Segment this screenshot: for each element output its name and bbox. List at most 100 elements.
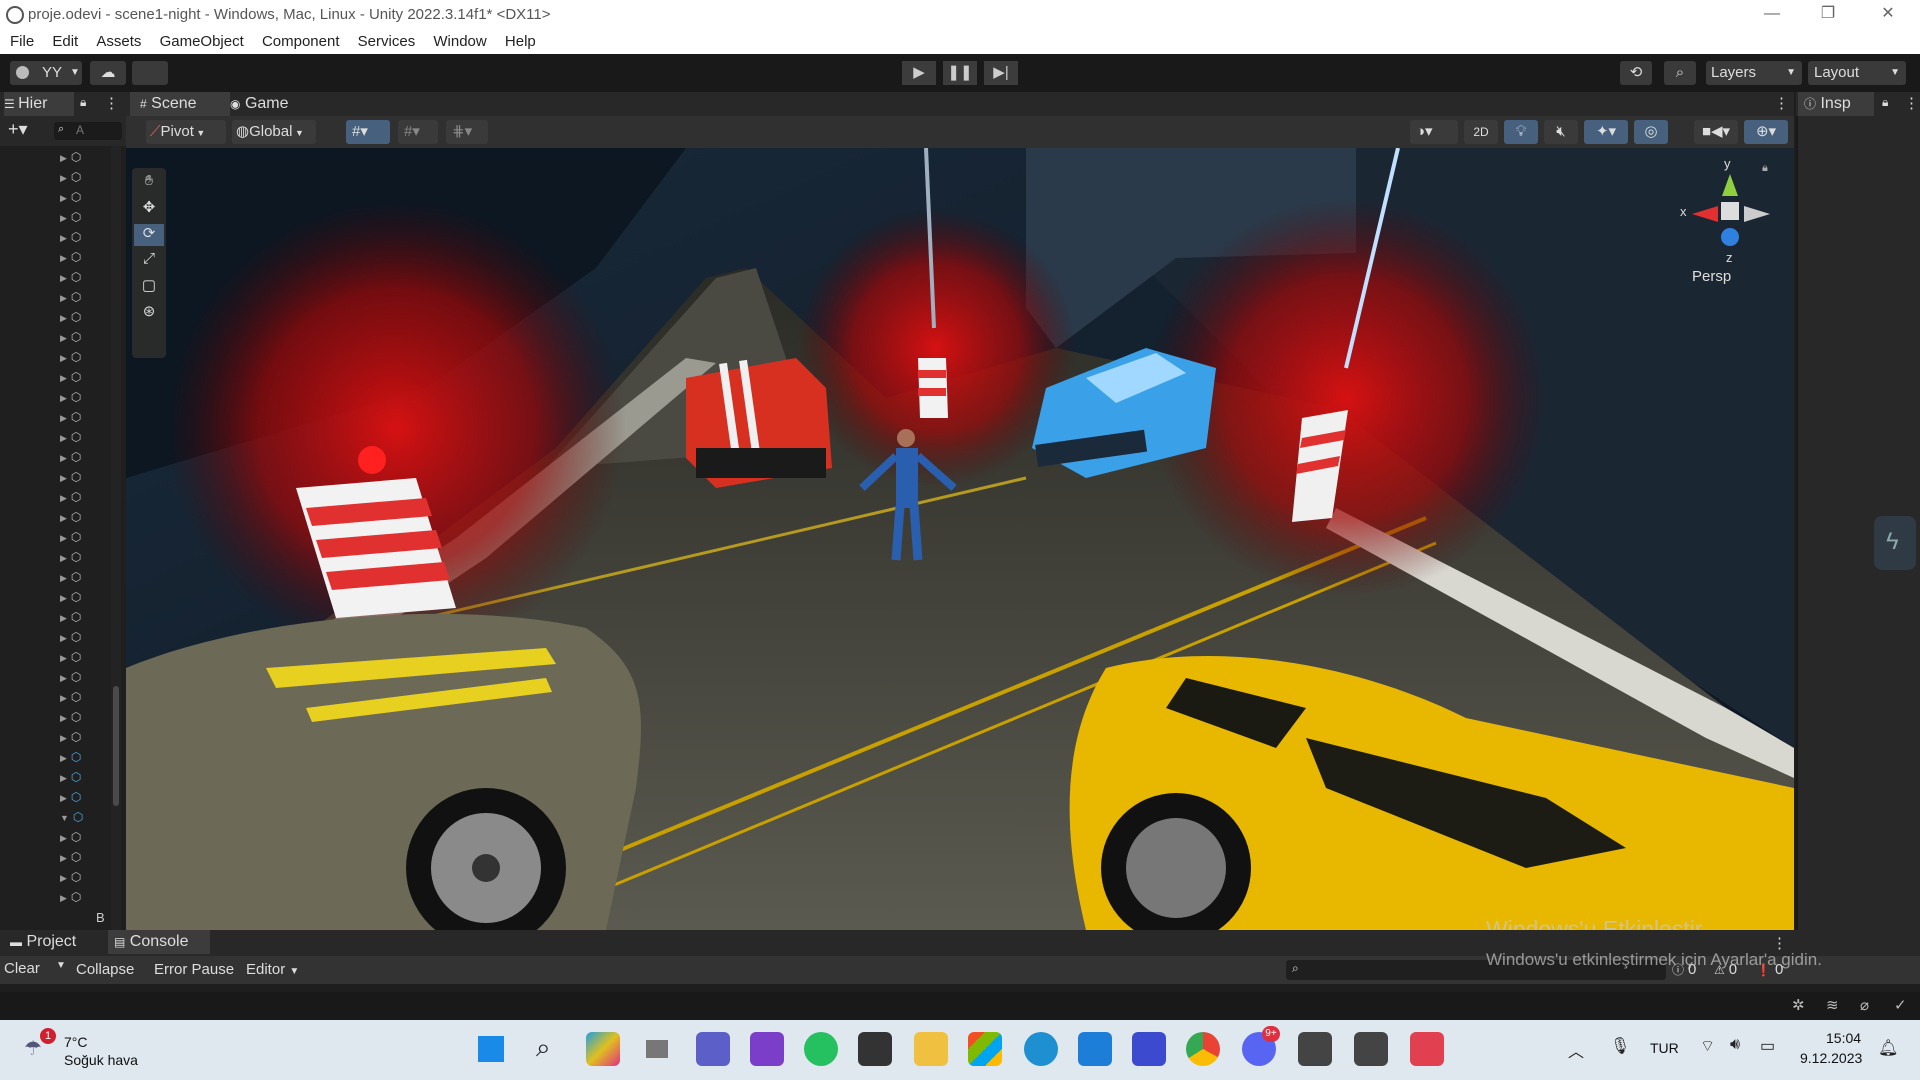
hierarchy-item[interactable]: ▶ ⬡	[60, 690, 81, 708]
layout-dropdown[interactable]: Layout ▼	[1808, 61, 1906, 85]
teams-button[interactable]	[696, 1032, 730, 1066]
app-button[interactable]	[1132, 1032, 1166, 1066]
tab-hierarchy[interactable]: ☰ Hier	[4, 92, 74, 116]
chevron-right-icon[interactable]: ▶	[60, 493, 67, 503]
battery-icon[interactable]: ▭	[1760, 1036, 1775, 1056]
hierarchy-item[interactable]: ▶ ⬡	[60, 610, 81, 628]
copilot-button[interactable]	[586, 1032, 620, 1066]
hand-tool-button[interactable]: ✋︎	[134, 172, 164, 194]
chevron-right-icon[interactable]: ▶	[60, 313, 67, 323]
chevron-right-icon[interactable]: ▶	[60, 693, 67, 703]
hierarchy-item[interactable]: ▶ ⬡	[60, 470, 81, 488]
chevron-right-icon[interactable]: ▶	[60, 233, 67, 243]
collab-button[interactable]	[132, 61, 168, 85]
hierarchy-item[interactable]: ▶ ⬡	[60, 790, 81, 808]
scene-viewport[interactable]: ✋︎ ✥ ⟳ ⤢ ▢ ⊛ y x z 🔒︎ Persp Windows'u Et…	[126, 148, 1794, 930]
scrollbar[interactable]	[111, 146, 121, 930]
rotate-tool-button[interactable]: ⟳	[134, 224, 164, 246]
more-menu-icon[interactable]: ⋮	[1904, 94, 1919, 112]
chevron-right-icon[interactable]: ▶	[60, 413, 67, 423]
hierarchy-item[interactable]: ▶ ⬡	[60, 450, 81, 468]
snipping-tool-button[interactable]	[1410, 1032, 1444, 1066]
chevron-right-icon[interactable]: ▶	[60, 633, 67, 643]
chevron-right-icon[interactable]: ▶	[60, 533, 67, 543]
global-dropdown[interactable]: ◍Global ▼	[232, 120, 316, 144]
hierarchy-item[interactable]: ▶ ⬡	[60, 670, 81, 688]
hierarchy-item[interactable]: ▶ ⬡	[60, 830, 81, 848]
orientation-gizmo[interactable]: y x z 🔒︎	[1666, 156, 1776, 276]
file-explorer-button[interactable]	[914, 1032, 948, 1066]
mode-2d-button[interactable]: 2D	[1464, 120, 1498, 144]
menu-gameobject[interactable]: GameObject	[160, 29, 244, 54]
add-icon[interactable]: +▾	[8, 119, 28, 140]
unity-button-2[interactable]	[1354, 1032, 1388, 1066]
hierarchy-item[interactable]: ▶ ⬡	[60, 770, 81, 788]
tab-scene[interactable]: # Scene	[130, 92, 230, 116]
chevron-right-icon[interactable]: ▶	[60, 213, 67, 223]
chevron-right-icon[interactable]: ▶	[60, 353, 67, 363]
lighting-button[interactable]: 💡︎	[1504, 120, 1538, 144]
chevron-right-icon[interactable]: ▶	[60, 453, 67, 463]
chevron-right-icon[interactable]: ▶	[60, 753, 67, 763]
chevron-right-icon[interactable]: ▶	[60, 613, 67, 623]
hierarchy-item[interactable]: ▶ ⬡	[60, 290, 81, 308]
tab-project[interactable]: ▬ Project	[6, 930, 106, 954]
increment-snap-button[interactable]: ⋕▾	[446, 120, 488, 144]
gizmos-button[interactable]: ⊕▾	[1744, 120, 1788, 144]
search-taskbar-button[interactable]: ⌕	[530, 1032, 564, 1066]
chevron-right-icon[interactable]: ▶	[60, 293, 67, 303]
step-button[interactable]: ▶|	[984, 61, 1018, 85]
hidden-objects-button[interactable]: ◎	[1634, 120, 1668, 144]
hierarchy-item[interactable]: ▶ ⬡	[60, 490, 81, 508]
unity-button[interactable]	[1298, 1032, 1332, 1066]
chevron-right-icon[interactable]: ▶	[60, 473, 67, 483]
weather-widget[interactable]: ☂ 1 7°C Soğuk hava	[24, 1028, 164, 1072]
error-pause-button[interactable]: Error Pause	[154, 961, 234, 978]
hierarchy-item[interactable]: ▶ ⬡	[60, 870, 81, 888]
chevron-right-icon[interactable]: ▶	[60, 893, 67, 903]
perspective-label[interactable]: Persp	[1692, 268, 1731, 285]
grid-visibility-button[interactable]: #▾	[398, 120, 438, 144]
chevron-right-icon[interactable]: ▶	[60, 733, 67, 743]
audio-button[interactable]: 🔇︎	[1544, 120, 1578, 144]
tab-game[interactable]: ◉ Game	[230, 92, 310, 116]
transform-tool-button[interactable]: ⊛	[134, 302, 164, 324]
hierarchy-search-input[interactable]: ⌕ A	[54, 122, 122, 140]
hierarchy-item[interactable]: ▶ ⬡	[60, 370, 81, 388]
grid-snap-button[interactable]: #▾	[346, 120, 390, 144]
chevron-right-icon[interactable]: ▶	[60, 713, 67, 723]
clock-date[interactable]: 9.12.2023	[1800, 1050, 1862, 1066]
vscode-button[interactable]	[1078, 1032, 1112, 1066]
chevron-right-icon[interactable]: ▶	[60, 373, 67, 383]
checkmark-icon[interactable]: ✓	[1894, 996, 1907, 1014]
hierarchy-item[interactable]: ▶ ⬡	[60, 530, 81, 548]
move-tool-button[interactable]: ✥	[134, 198, 164, 220]
scale-tool-button[interactable]: ⤢	[134, 250, 164, 272]
hierarchy-item[interactable]: ▶ ⬡	[60, 270, 81, 288]
chevron-right-icon[interactable]: ▶	[60, 773, 67, 783]
chrome-button[interactable]	[1186, 1032, 1220, 1066]
scene-render[interactable]	[126, 148, 1794, 930]
unity-hub-button[interactable]	[858, 1032, 892, 1066]
wifi-icon[interactable]: ⌔	[1700, 1036, 1715, 1056]
clock-time[interactable]: 15:04	[1826, 1030, 1861, 1046]
hierarchy-item[interactable]: ▶ ⬡	[60, 170, 81, 188]
hierarchy-item[interactable]: ▶ ⬡	[60, 630, 81, 648]
chevron-right-icon[interactable]: ▶	[60, 193, 67, 203]
hierarchy-item-b[interactable]: B	[96, 910, 105, 925]
chevron-right-icon[interactable]: ▶	[60, 553, 67, 563]
tab-inspector[interactable]: ⓘ Insp	[1798, 92, 1874, 116]
hierarchy-item[interactable]: ▶ ⬡	[60, 310, 81, 328]
lock-icon[interactable]: 🔒︎	[1762, 162, 1768, 175]
menu-help[interactable]: Help	[505, 29, 536, 54]
pause-button[interactable]: ❚❚	[943, 61, 977, 85]
whatsapp-button[interactable]	[804, 1032, 838, 1066]
chevron-right-icon[interactable]: ▶	[60, 573, 67, 583]
chevron-right-icon[interactable]: ▶	[60, 513, 67, 523]
tab-console[interactable]: ▤ Console	[108, 930, 210, 954]
chevron-right-icon[interactable]: ▶	[60, 273, 67, 283]
menu-assets[interactable]: Assets	[96, 29, 141, 54]
floating-tool-button[interactable]: ϟ	[1874, 516, 1916, 570]
hierarchy-item[interactable]: ▶ ⬡	[60, 150, 81, 168]
menu-file[interactable]: File	[10, 29, 34, 54]
